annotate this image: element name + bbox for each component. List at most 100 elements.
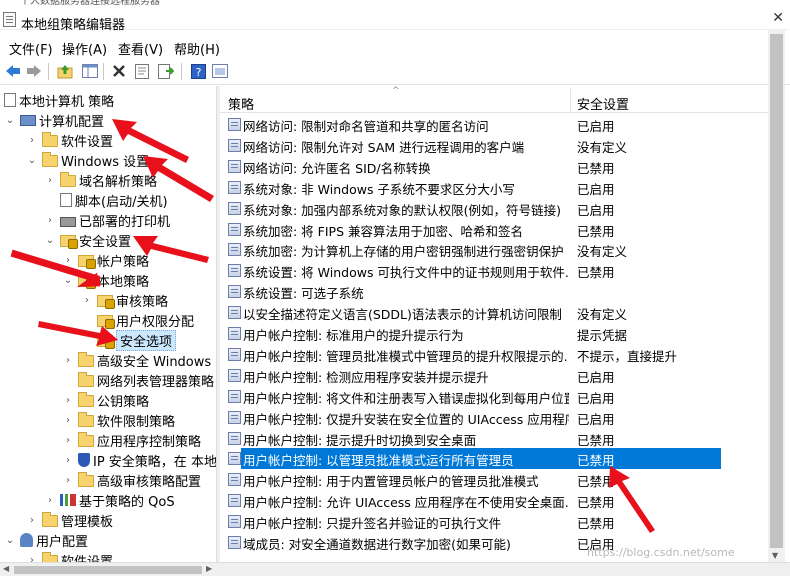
delete-icon[interactable] (110, 62, 128, 80)
chevron-right-icon[interactable]: › (62, 455, 74, 466)
chevron-down-icon[interactable]: ⌄ (4, 115, 16, 126)
chevron-right-icon[interactable]: › (62, 435, 74, 446)
tree-node-local-policy[interactable]: 本地计算机 策略 (4, 90, 114, 110)
chevron-right-icon[interactable]: › (44, 175, 56, 186)
tree-node-network-list[interactable]: 网络列表管理器策略 (62, 370, 214, 390)
chevron-right-icon[interactable]: › (44, 495, 56, 506)
tree-node-public-key[interactable]: › 公钥策略 (62, 390, 149, 410)
table-row[interactable]: 用户帐户控制: 允许 UIAccess 应用程序在不使用安全桌面... 已禁用 (220, 490, 768, 511)
table-row[interactable]: 系统加密: 为计算机上存储的用户密钥强制进行强密钥保护 没有定义 (220, 239, 768, 260)
view-icon[interactable] (211, 62, 229, 80)
scroll-thumb[interactable] (14, 566, 202, 574)
chevron-right-icon[interactable]: › (62, 255, 74, 266)
policy-name: 用户帐户控制: 允许 UIAccess 应用程序在不使用安全桌面... (243, 495, 569, 511)
table-row[interactable]: 系统加密: 将 FIPS 兼容算法用于加密、哈希和签名 已禁用 (220, 219, 768, 240)
horizontal-scrollbar[interactable]: ◀ ▶ (0, 562, 790, 576)
tree-node-security-options[interactable]: 安全选项 (81, 329, 177, 351)
policy-tree[interactable]: 本地计算机 策略 ⌄ 计算机配置 › 软件设置 ⌄ Windows 设置 › 域… (0, 86, 216, 562)
table-row[interactable]: 用户帐户控制: 将文件和注册表写入错误虚拟化到每用户位置 已启用 (220, 386, 768, 407)
table-row[interactable]: 系统对象: 非 Windows 子系统不要求区分大小写 已启用 (220, 177, 768, 198)
policy-item-icon (228, 431, 241, 445)
tree-node-label: Windows 设置 (61, 154, 150, 170)
menu-action[interactable]: 操作(A) (62, 39, 107, 58)
table-row[interactable]: 用户帐户控制: 用于内置管理员帐户的管理员批准模式 已禁用 (220, 469, 768, 490)
tree-node-windows-settings[interactable]: ⌄ Windows 设置 (26, 150, 149, 170)
export-list-icon[interactable] (157, 62, 175, 80)
forward-arrow-icon[interactable] (25, 62, 43, 80)
back-arrow-icon[interactable] (4, 62, 22, 80)
table-row[interactable]: 网络访问: 限制对命名管道和共享的匿名访问 已启用 (220, 114, 768, 135)
tree-node-label: 高级安全 Windows D (97, 354, 216, 370)
table-row[interactable]: 用户帐户控制: 管理员批准模式中管理员的提升权限提示的... 不提示，直接提升 (220, 344, 768, 365)
tree-node-advanced-audit[interactable]: › 高级审核策略配置 (62, 470, 201, 490)
table-row[interactable]: 用户帐户控制: 检测应用程序安装并提示提升 已启用 (220, 365, 768, 386)
tree-node-scripts[interactable]: 脚本(启动/关机) (44, 190, 168, 210)
show-hide-tree-icon[interactable] (81, 62, 99, 80)
policy-name: 用户帐户控制: 只提升签名并验证的可执行文件 (243, 516, 502, 532)
tree-node-ip-security[interactable]: › IP 安全策略，在 本地 (62, 450, 216, 470)
tree-node-dns-policy[interactable]: › 域名解析策略 (44, 170, 157, 190)
vertical-scrollbar[interactable]: ▼ (768, 30, 785, 562)
tree-node-label: 基于策略的 QoS (79, 494, 175, 510)
policy-list[interactable]: ^ 策略 安全设置 网络访问: 限制对命名管道和共享的匿名访问 已启用 网络访问: … (220, 86, 768, 562)
table-row[interactable]: 以安全描述符定义语言(SDDL)语法表示的计算机访问限制 没有定义 (220, 302, 768, 323)
policy-item-icon (228, 138, 241, 152)
column-header-policy[interactable]: 策略 (228, 94, 254, 113)
tree-node-software-restriction[interactable]: › 软件限制策略 (62, 410, 175, 430)
scroll-down-arrow-icon[interactable]: ▼ (772, 551, 778, 560)
tree-node-local-policies[interactable]: ⌄ 本地策略 (62, 270, 149, 290)
tree-node-user-config[interactable]: ⌄ 用户配置 (4, 530, 88, 550)
table-row[interactable]: 系统设置: 将 Windows 可执行文件中的证书规则用于软件... 已禁用 (220, 260, 768, 281)
tree-node-label: 脚本(启动/关机) (75, 194, 168, 210)
table-row[interactable]: 网络访问: 允许匿名 SID/名称转换 已禁用 (220, 156, 768, 177)
table-row[interactable]: 用户帐户控制: 仅提升安装在安全位置的 UIAccess 应用程序 已启用 (220, 407, 768, 428)
tree-node-user-rights[interactable]: 用户权限分配 (81, 310, 194, 330)
chevron-right-icon[interactable]: › (26, 135, 38, 146)
tree-node-computer-config[interactable]: ⌄ 计算机配置 (4, 110, 104, 130)
chevron-down-icon[interactable]: ⌄ (4, 535, 16, 546)
column-header-security-setting[interactable]: 安全设置 (577, 94, 629, 113)
tree-node-security-settings[interactable]: ⌄ 安全设置 (44, 230, 131, 250)
tree-node-account-policies[interactable]: › 帐户策略 (62, 250, 149, 270)
scroll-left-arrow-icon[interactable]: ◀ (3, 564, 9, 573)
chevron-right-icon[interactable]: › (26, 555, 38, 563)
tree-node-audit-policy[interactable]: › 审核策略 (81, 290, 168, 310)
scroll-thumb[interactable] (770, 34, 783, 548)
tree-node-qos[interactable]: › 基于策略的 QoS (44, 490, 175, 510)
qos-chart-icon (60, 494, 76, 506)
scroll-right-arrow-icon[interactable]: ▶ (206, 564, 212, 573)
tree-node-user-software-settings[interactable]: › 软件设置 (26, 550, 113, 562)
chevron-right-icon[interactable]: › (62, 395, 74, 406)
up-folder-icon[interactable] (56, 62, 74, 80)
chevron-down-icon[interactable]: ⌄ (62, 275, 74, 286)
table-row[interactable]: 用户帐户控制: 以管理员批准模式运行所有管理员 已禁用 (228, 448, 721, 470)
chevron-right-icon[interactable]: › (81, 295, 93, 306)
chevron-right-icon[interactable]: › (62, 415, 74, 426)
chevron-right-icon[interactable]: › (62, 355, 74, 366)
menu-file[interactable]: 文件(F) (9, 39, 53, 58)
menu-help[interactable]: 帮助(H) (174, 39, 220, 58)
properties-icon[interactable] (133, 62, 151, 80)
column-divider[interactable] (570, 88, 571, 112)
table-row[interactable]: 用户帐户控制: 标准用户的提升提示行为 提示凭据 (220, 323, 768, 344)
tree-node-windows-firewall[interactable]: › 高级安全 Windows D (62, 350, 216, 370)
table-row[interactable]: 用户帐户控制: 提示提升时切换到安全桌面 已禁用 (220, 428, 768, 449)
close-icon[interactable]: ✕ (772, 10, 784, 26)
table-row[interactable]: 网络访问: 限制允许对 SAM 进行远程调用的客户端 没有定义 (220, 135, 768, 156)
tree-node-software-settings[interactable]: › 软件设置 (26, 130, 113, 150)
table-row[interactable]: 系统对象: 加强内部系统对象的默认权限(例如，符号链接) 已启用 (220, 198, 768, 219)
menu-view[interactable]: 查看(V) (118, 39, 163, 58)
chevron-right-icon[interactable]: › (26, 515, 38, 526)
help-icon[interactable]: ? (189, 62, 207, 80)
security-setting-value: 已启用 (577, 119, 615, 134)
table-row[interactable]: 用户帐户控制: 只提升签名并验证的可执行文件 已禁用 (220, 511, 768, 532)
chevron-down-icon[interactable]: ⌄ (26, 155, 38, 166)
watermark-text: https://blog.csdn.net/some (587, 546, 735, 559)
chevron-right-icon[interactable]: › (44, 215, 56, 226)
table-row[interactable]: 系统设置: 可选子系统 (220, 281, 768, 302)
tree-node-app-control[interactable]: › 应用程序控制策略 (62, 430, 201, 450)
tree-node-admin-templates[interactable]: › 管理模板 (26, 510, 113, 530)
tree-node-printers[interactable]: › 已部署的打印机 (44, 210, 170, 230)
chevron-right-icon[interactable]: › (62, 475, 74, 486)
chevron-down-icon[interactable]: ⌄ (44, 235, 56, 246)
